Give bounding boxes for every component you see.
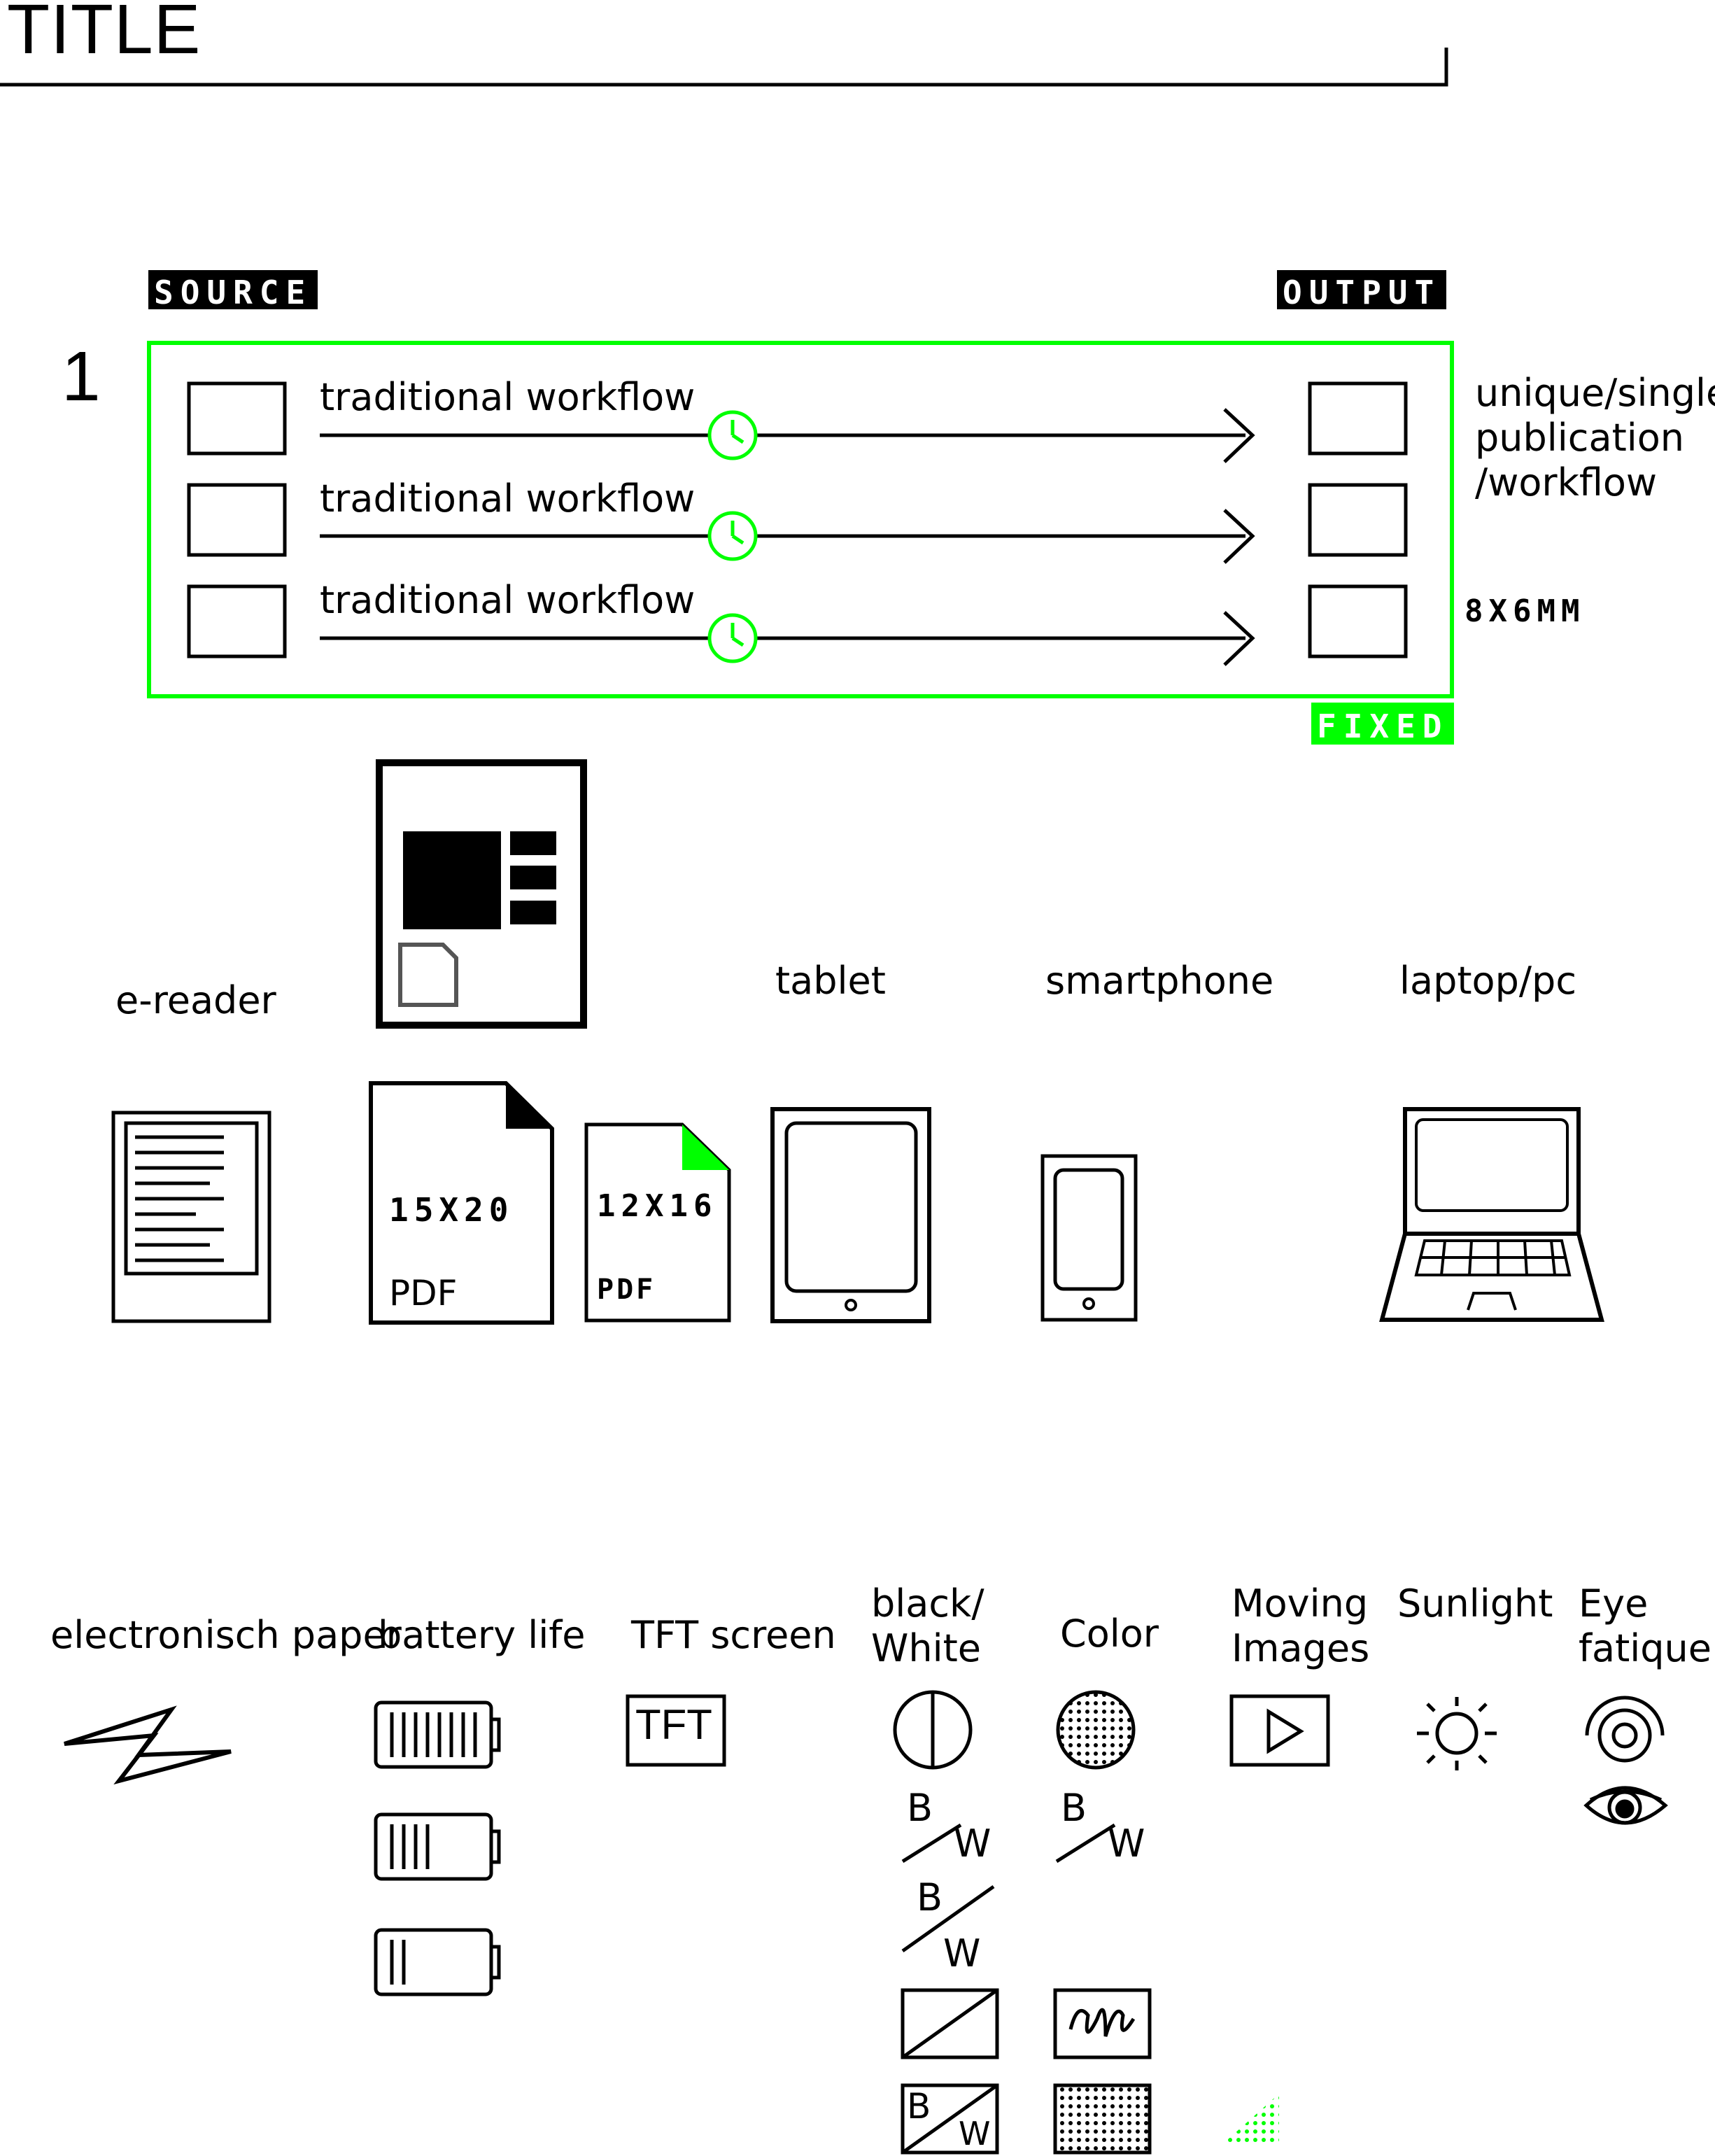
black-white-line-2: White [871, 1626, 982, 1670]
pdf-large-size: 15X20 [389, 1191, 514, 1229]
black-white-label: black/ White [871, 1581, 984, 1671]
bw-b-2: B [1061, 1786, 1087, 1830]
smartphone-icon [1040, 1154, 1138, 1322]
color-dots-icon [1056, 1690, 1136, 1770]
tft-screen-label: TFT screen [631, 1613, 836, 1657]
tft-icon-text: TFT [635, 1701, 712, 1748]
eye-icon [1583, 1786, 1668, 1825]
source-box [187, 584, 287, 658]
output-note: unique/single publication /workflow [1475, 371, 1715, 505]
color-label: Color [1060, 1612, 1159, 1656]
pdf-small-size: 12X16 [597, 1188, 718, 1224]
tablet-icon [770, 1107, 931, 1323]
eye-fatigue-line-2: fatique [1579, 1626, 1712, 1670]
scribble-box-icon [1053, 1988, 1152, 2059]
battery-full-icon [374, 1700, 501, 1769]
clock-icon [707, 511, 758, 561]
moving-images-label: Moving Images [1231, 1581, 1369, 1671]
eye-rings-icon [1585, 1696, 1665, 1763]
dimension-label: 8X6MM [1465, 593, 1586, 629]
output-box [1308, 483, 1408, 557]
bw-b-3: B [917, 1875, 943, 1919]
output-box [1308, 584, 1408, 658]
fixed-tag: FIXED [1311, 703, 1455, 745]
battery-half-icon [374, 1812, 501, 1881]
black-white-icon [893, 1690, 973, 1770]
electronic-paper-label: electronisch paper [50, 1613, 402, 1657]
workflow-row-2-label: traditional workflow [320, 477, 696, 521]
output-note-line-2: publication [1475, 416, 1685, 460]
eye-fatigue-label: Eye fatique [1579, 1581, 1712, 1671]
lightning-icon [64, 1705, 232, 1785]
bw-w-2: W [1108, 1822, 1145, 1866]
pdf-small-format: PDF [597, 1274, 656, 1306]
eye-fatigue-line-1: Eye [1579, 1581, 1649, 1626]
workflow-row-3-label: traditional workflow [320, 578, 696, 622]
moving-images-line-1: Moving [1231, 1581, 1369, 1626]
source-box [187, 381, 287, 456]
moving-images-line-2: Images [1231, 1626, 1370, 1670]
sunlight-label: Sunlight [1397, 1581, 1553, 1626]
black-white-line-1: black/ [871, 1581, 984, 1626]
bw-w-3: W [943, 1931, 981, 1975]
bw-b-1: B [907, 1786, 933, 1830]
bw-w-1: W [954, 1822, 991, 1866]
workflow-diagram [147, 341, 1454, 698]
output-note-line-1: unique/single [1475, 371, 1715, 415]
bw-w-4: W [959, 2115, 991, 2153]
bw-b-4: B [907, 2086, 931, 2127]
play-icon [1229, 1694, 1330, 1767]
battery-life-label: battery life [378, 1613, 586, 1657]
signal-dots-icon [1221, 2094, 1279, 2146]
feature-icons [64, 1690, 1668, 2155]
bw-box-diagonal-icon [901, 1988, 999, 2059]
sun-icon [1417, 1697, 1497, 1770]
output-box [1308, 381, 1408, 456]
clock-icon [707, 613, 758, 663]
battery-low-icon [374, 1928, 501, 1996]
source-box [187, 483, 287, 557]
output-note-line-3: /workflow [1475, 460, 1658, 505]
laptop-icon [1379, 1107, 1604, 1322]
device-icons [111, 759, 1604, 1325]
clock-icon [707, 410, 758, 460]
page-layout-icon [376, 759, 587, 1029]
ereader-icon [111, 1111, 271, 1323]
workflow-row-1-label: traditional workflow [320, 375, 696, 419]
dotted-box-icon [1053, 2083, 1152, 2155]
pdf-large-format: PDF [389, 1273, 458, 1313]
